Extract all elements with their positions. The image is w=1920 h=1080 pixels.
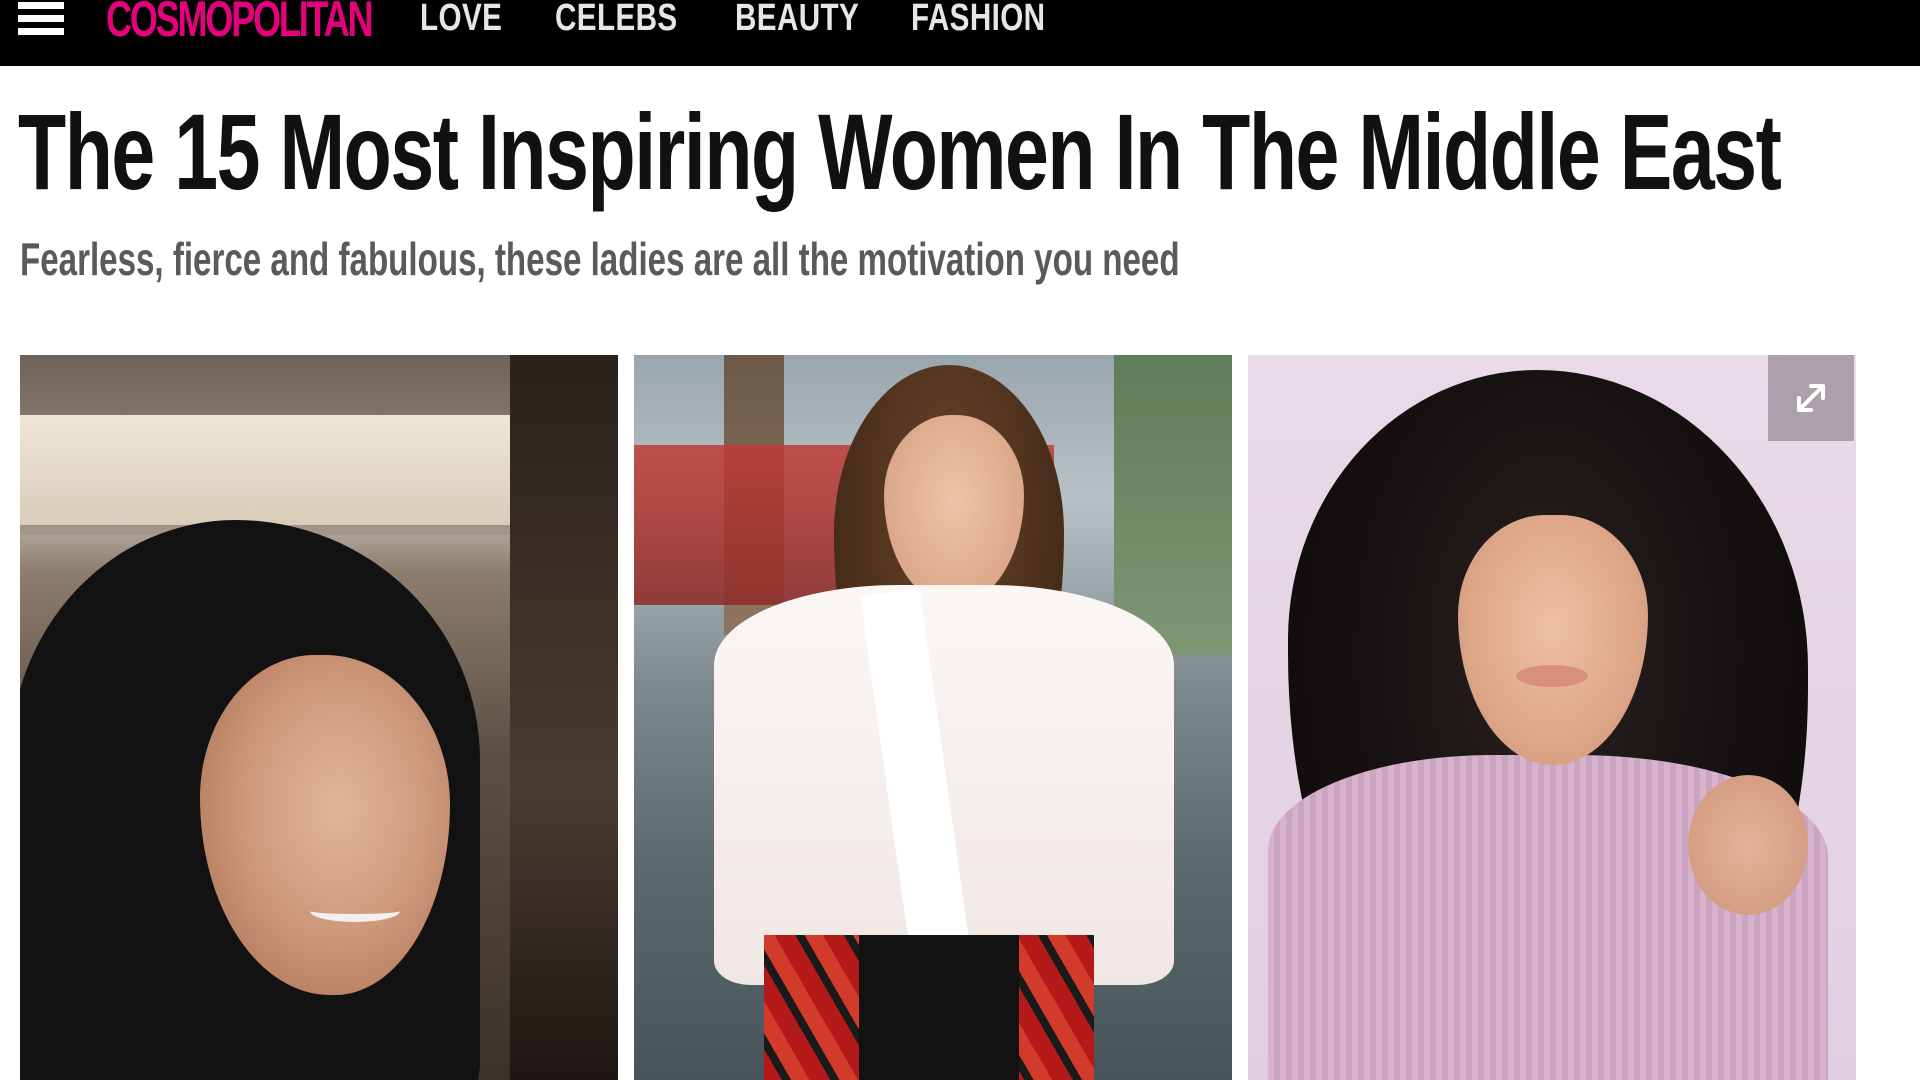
nav-item-beauty[interactable]: BEAUTY [735, 0, 859, 40]
nav-item-fashion[interactable]: FASHION [911, 0, 1045, 40]
gallery-image-2[interactable] [634, 355, 1232, 1080]
main-nav: LOVE CELEBS BEAUTY FASHION [420, 0, 1047, 40]
article-title: The 15 Most Inspiring Women In The Middl… [18, 91, 1782, 212]
nav-item-love[interactable]: LOVE [420, 0, 502, 40]
nav-item-celebs[interactable]: CELEBS [555, 0, 678, 40]
site-logo[interactable]: COSMOPOLITAN [106, 0, 371, 50]
gallery-image-1[interactable] [20, 355, 618, 1080]
expand-arrows-icon [1797, 384, 1825, 412]
expand-icon[interactable] [1768, 355, 1854, 441]
logo-text: COSMOPOLITAN [106, 0, 372, 47]
gallery-image-3[interactable] [1248, 355, 1856, 1080]
article-subtitle: Fearless, fierce and fabulous, these lad… [20, 233, 1180, 285]
top-nav-bar: COSMOPOLITAN LOVE CELEBS BEAUTY FASHION [0, 0, 1920, 66]
hamburger-menu-icon[interactable] [18, 2, 66, 36]
